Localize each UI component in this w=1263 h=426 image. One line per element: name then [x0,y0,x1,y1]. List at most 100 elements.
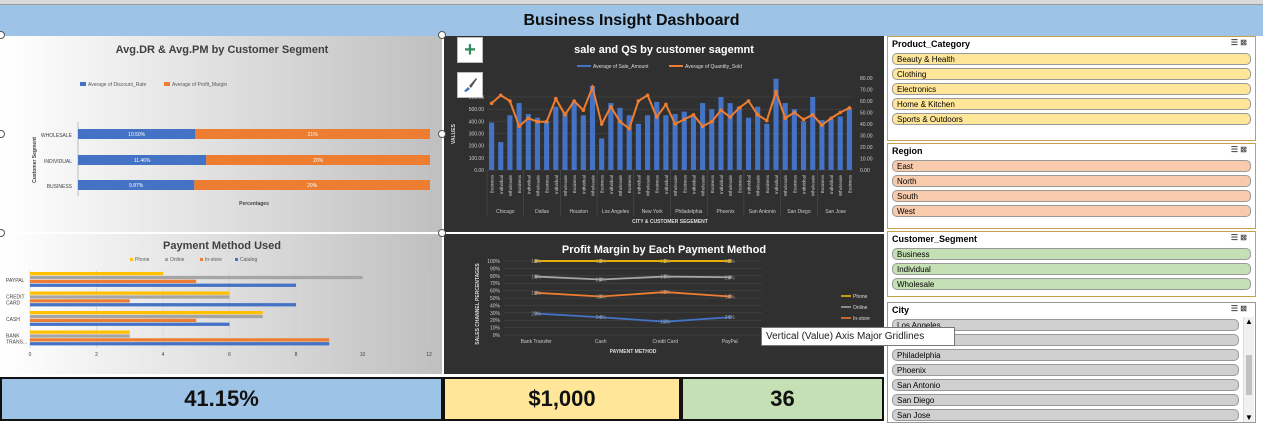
chart-payment-method-used[interactable]: Payment Method Used Phone Online In-store C… [2,234,442,374]
y2-tick: 70.00 [860,88,873,94]
x-tick: PayPal [722,339,738,345]
city-label: Houston [569,209,588,215]
x-segment-label: Business [655,174,660,193]
plus-icon: + [464,38,476,61]
point-qty [801,117,806,122]
slicer-item[interactable]: Beauty & Health [892,53,1251,65]
category-label: CASH [6,317,20,323]
brush-icon [464,78,477,92]
scroll-down-icon[interactable]: ▼ [1244,413,1254,422]
clear-filter-icon[interactable]: ⊠ [1240,145,1247,154]
line-catalog [536,312,730,323]
slicer-item[interactable]: San Diego [892,394,1239,406]
multi-select-icon[interactable]: ☰ [1231,38,1238,47]
line-in-store [536,291,730,298]
slicer-item[interactable]: Individual [892,263,1251,275]
resize-handle[interactable] [438,229,446,237]
point-qty [654,115,659,119]
category-label: PAYPAL [6,278,25,284]
x-segment-label: Wholesale [728,175,733,197]
y-tick: 400.00 [469,119,485,125]
x-segment-label: Wholesale [508,175,513,197]
multi-select-icon[interactable]: ☰ [1231,233,1238,242]
bar-catalog [30,342,330,346]
category-label: CARD [6,300,21,306]
slicer-item[interactable]: West [892,205,1251,217]
chart-discount-profit-by-segment[interactable]: Avg.DR & Avg.PM by Customer Segment Aver… [2,36,442,232]
chart-sale-qty-by-segment[interactable]: sale and QS by customer sagemnt Average … [444,36,884,232]
chart-styles-button[interactable] [457,72,483,98]
slicer-customer-segment[interactable]: Customer_Segment ☰ ⊠ Business Individual W… [887,231,1256,297]
data-label: 29% [531,312,542,318]
point-qty [673,122,677,126]
scroll-up-icon[interactable]: ▲ [1244,317,1254,326]
slicer-product-category[interactable]: Product_Category ☰ ⊠ Beauty & Health Clot… [887,36,1256,141]
slicer-item[interactable]: Philadelphia [892,349,1239,361]
clear-filter-icon[interactable]: ⊠ [1240,38,1247,47]
slicer-item[interactable]: Phoenix [892,364,1239,376]
y2-tick: 60.00 [860,99,873,105]
y-tick: 500.00 [469,107,485,113]
point-qty [572,99,576,103]
slicer-item[interactable]: Electronics [892,83,1251,95]
x-segment-label: Individual [664,175,669,194]
slicer-item[interactable]: Home & Kitchen [892,98,1251,110]
bar-in-store [30,338,330,342]
slicer-item[interactable]: South [892,190,1251,202]
x-segment-label: Business [627,174,632,193]
bar-sale [828,118,834,170]
legend-swatch [200,258,203,261]
x-tick: Credit Card [652,339,678,345]
x-tick: 6 [228,352,231,358]
point-qty [498,93,503,98]
slicer-item[interactable]: San Antonio [892,379,1239,391]
legend-swatch [577,65,591,67]
bar-sale [516,103,522,170]
slicer-item[interactable]: East [892,160,1251,172]
y-tick: 100% [487,259,500,265]
legend-label: Online [170,257,185,263]
resize-handle[interactable] [438,31,446,39]
x-segment-label: Wholesale [756,175,761,197]
y-tick: 300.00 [469,132,485,138]
slicer-item[interactable]: Clothing [892,68,1251,80]
x-tick: 0 [29,352,32,358]
y-tick: 100.00 [469,156,485,162]
point-qty [691,113,696,117]
x-segment-label: Business [710,174,715,193]
multi-select-icon[interactable]: ☰ [1231,304,1238,313]
x-segment-label: Business [682,174,687,193]
bar-sale [599,138,605,170]
scroll-thumb[interactable] [1246,355,1252,395]
slicer-city[interactable]: City ☰ ⊠ Los Angeles Philadelphia Phoenix S… [887,302,1256,423]
slicer-item[interactable]: North [892,175,1251,187]
y2-tick: 80.00 [860,76,873,82]
multi-select-icon[interactable]: ☰ [1231,145,1238,154]
slicer-item[interactable]: Business [892,248,1251,260]
gridlines-tooltip: Vertical (Value) Axis Major Gridlines [761,327,955,346]
x-segment-label: Individual [774,175,779,194]
chart-profit-margin-by-payment[interactable]: Profit Margin by Each Payment Method 100… [444,234,884,374]
legend-swatch [80,82,86,86]
add-chart-element-button[interactable]: + [457,37,483,63]
y-tick: 60% [490,289,501,295]
slicer-region[interactable]: Region ☰ ⊠ East North South West [887,143,1256,229]
city-scrollbar[interactable]: ▲ ▼ [1243,317,1254,422]
x-segment-label: Wholesale [563,175,568,197]
category-label: TRANS... [6,339,27,345]
data-label: 24% [725,315,736,321]
resize-handle[interactable] [438,130,446,138]
clear-filter-icon[interactable]: ⊠ [1240,304,1247,313]
y-tick: 30% [490,311,501,317]
bar-phone [30,291,230,295]
x-segment-label: Wholesale [811,175,816,197]
slicer-item[interactable]: San Jose [892,409,1239,421]
slicer-item[interactable]: Sports & Outdoors [892,113,1251,125]
x-segment-label: Wholesale [838,175,843,197]
clear-filter-icon[interactable]: ⊠ [1240,233,1247,242]
slicer-item[interactable]: Wholesale [892,278,1251,290]
point-qty [820,123,824,127]
x-segment-label: Wholesale [591,175,596,197]
point-qty [526,116,531,121]
bar-sale [736,106,742,170]
